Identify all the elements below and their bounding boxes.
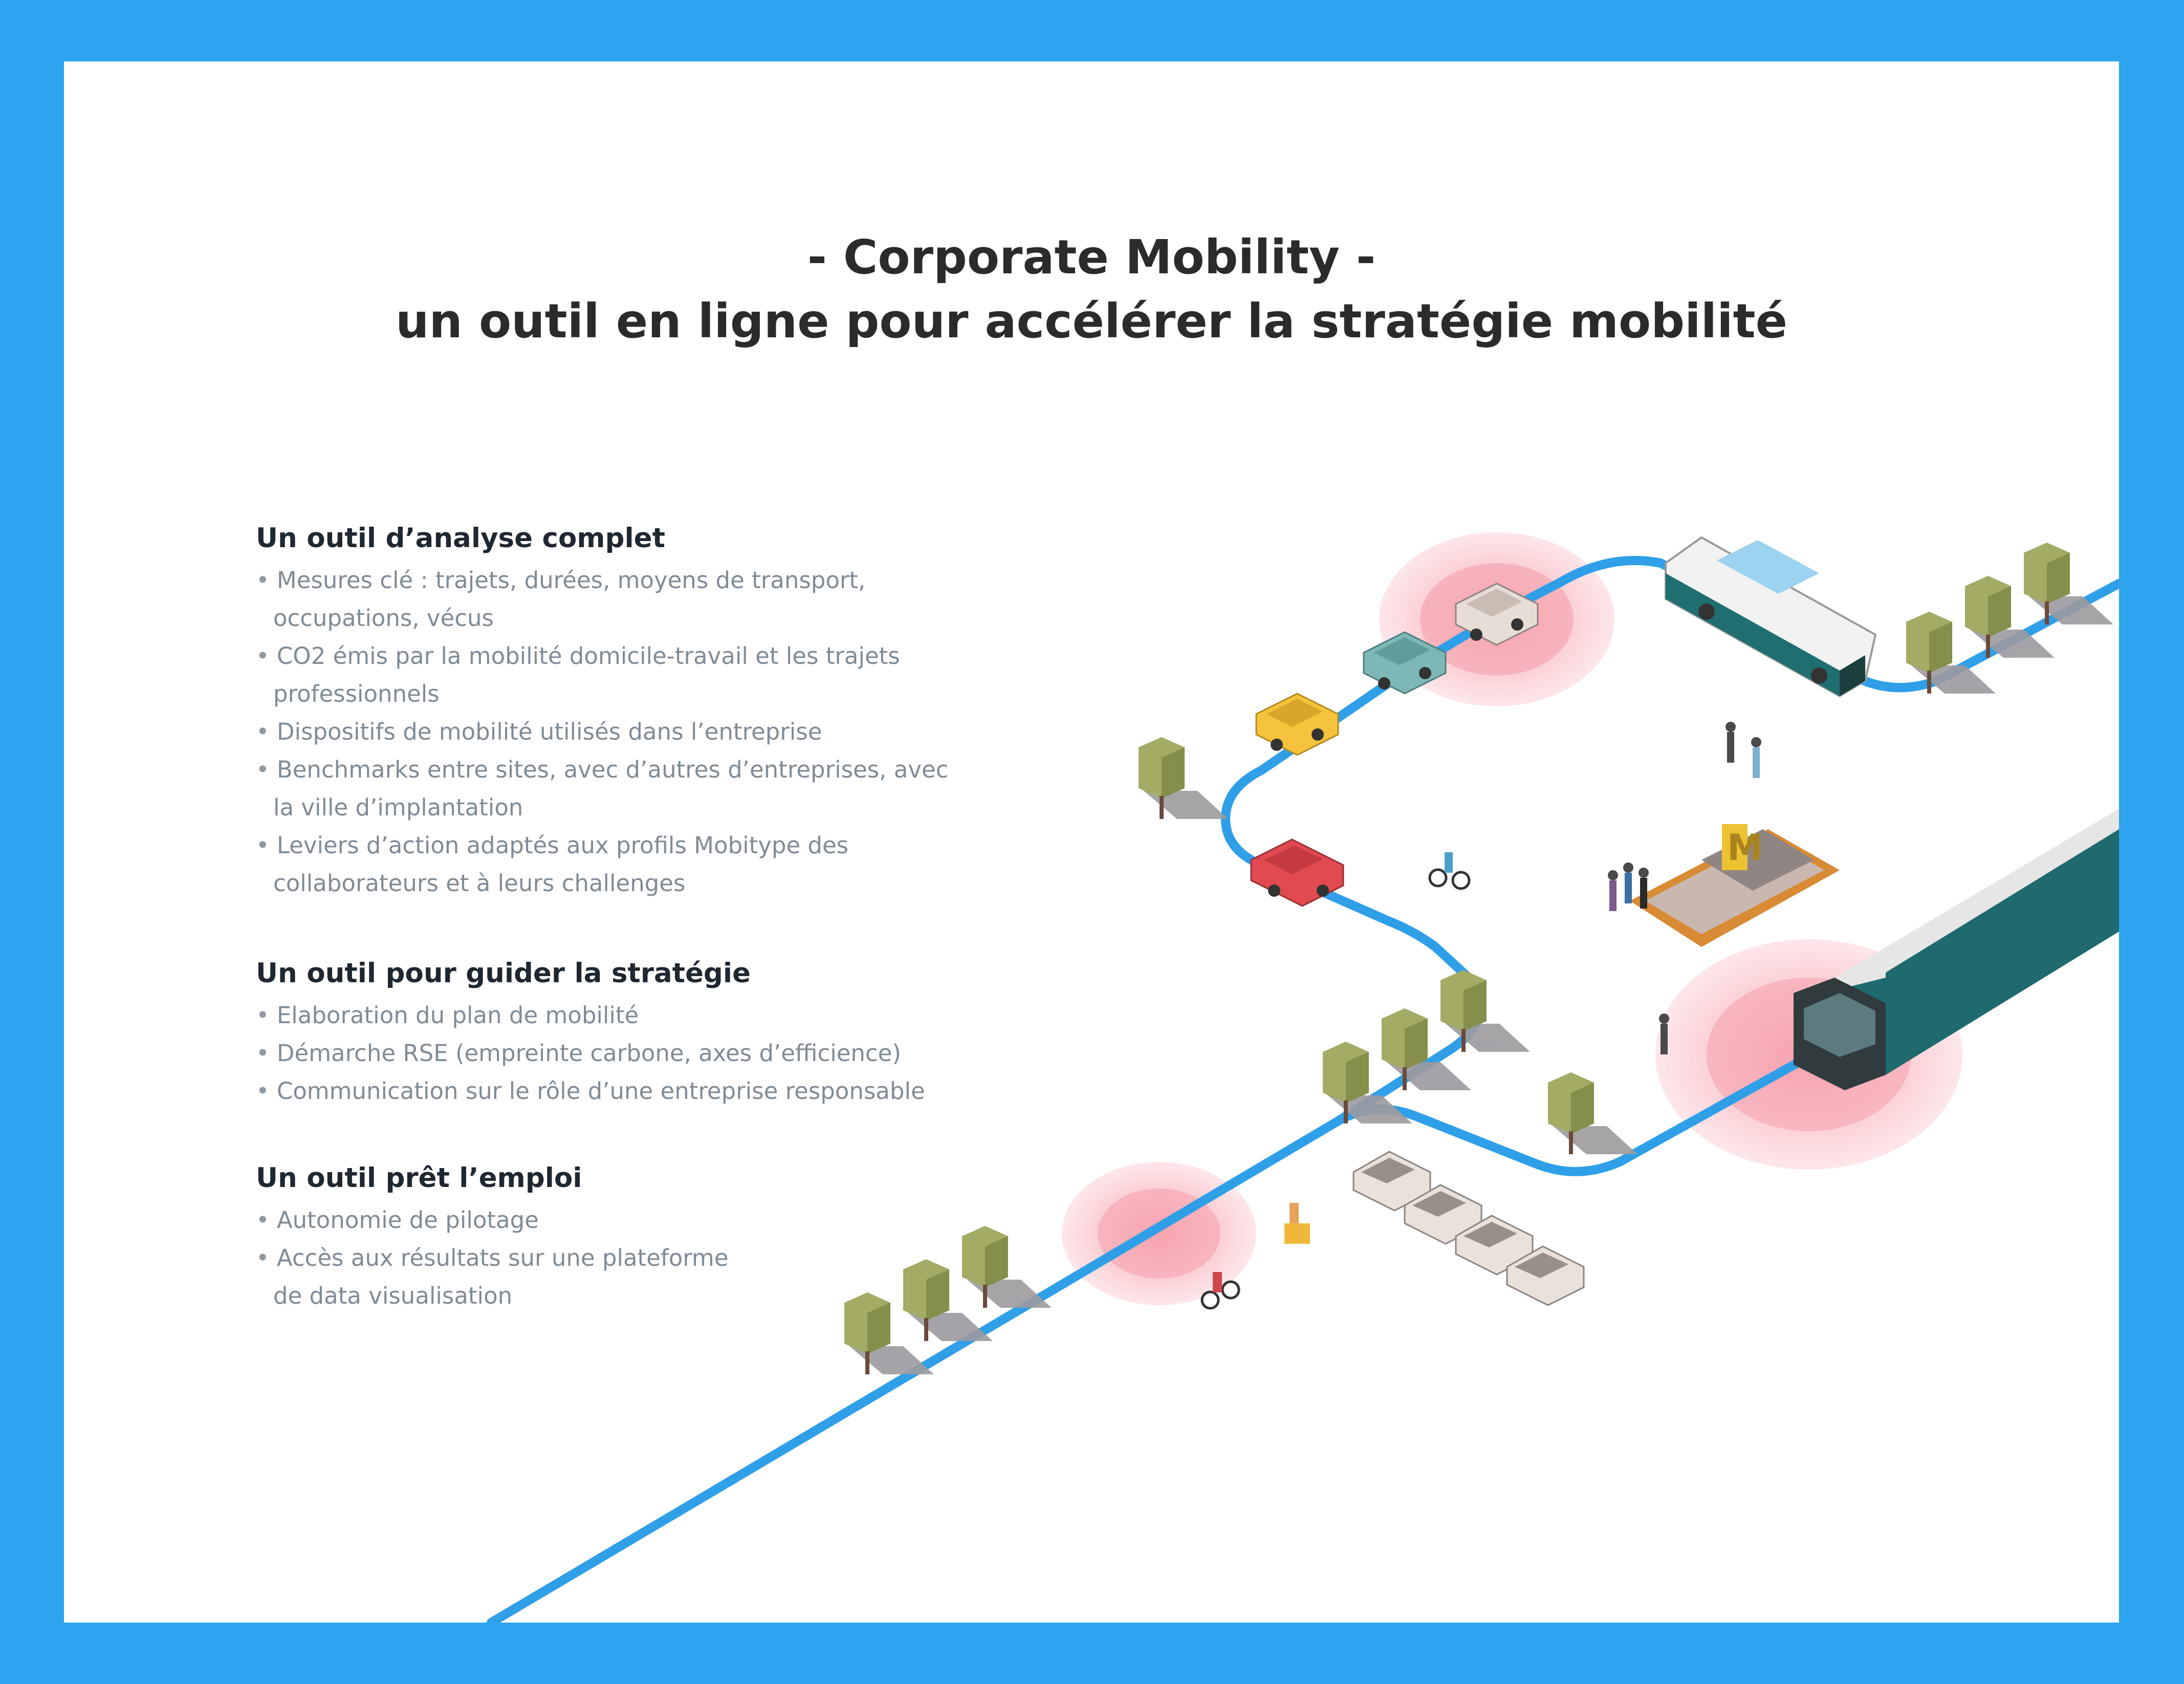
blue-frame: M - Corporate Mobility - un outil en lig… [0,0,2184,1684]
section-strategy: Un outil pour guider la stratégie • Elab… [256,955,1126,1110]
bullet-icon: • [256,1077,270,1105]
bullet-icon: • [256,1002,270,1029]
list-item: • Elaboration du plan de mobilité [256,1002,639,1029]
bus-icon [1665,536,1877,698]
list-item: • Mesures clé : trajets, durées, moyens … [256,567,866,632]
list-item: • Leviers d’action adaptés aux profils M… [256,832,849,897]
bullet-list: • Mesures clé : trajets, durées, moyens … [256,562,1126,902]
list-item: • Dispositifs de mobilité utilisés dans … [256,718,822,745]
parked-cars [1352,1151,1585,1306]
bullet-list: • Elaboration du plan de mobilité • Déma… [256,997,1126,1110]
bullet-icon: • [256,1244,270,1271]
list-item: • Autonomie de pilotage [256,1206,539,1234]
metro-entrance-icon: M [1630,824,1840,947]
bullet-icon: • [256,832,270,859]
bullet-icon: • [256,718,270,745]
bullet-list: • Autonomie de pilotage • Accès aux résu… [256,1201,1126,1315]
bullet-icon: • [256,1206,270,1234]
title-line-2: un outil en ligne pour accélérer la stra… [395,294,1788,349]
section-ready-to-use: Un outil prêt l’emploi • Autonomie de pi… [256,1159,1126,1315]
title-line-1: - Corporate Mobility - [807,230,1376,285]
svg-text:M: M [1727,827,1763,869]
bullet-icon: • [256,756,270,783]
list-item: • CO2 émis par la mobilité domicile-trav… [256,642,900,707]
bullet-icon: • [256,642,270,670]
list-item: • Benchmarks entre sites, avec d’autres … [256,756,949,821]
bullet-icon: • [256,567,270,594]
taxi-icon [1255,693,1339,756]
section-heading: Un outil prêt l’emploi [256,1162,582,1194]
content-card: M - Corporate Mobility - un outil en lig… [64,61,2119,1623]
section-heading: Un outil pour guider la stratégie [256,958,751,989]
section-heading: Un outil d’analyse complet [256,523,665,554]
page-title: - Corporate Mobility - un outil en ligne… [64,225,2119,353]
list-item: • Communication sur le rôle d’une entrep… [256,1077,925,1105]
section-analysis: Un outil d’analyse complet • Mesures clé… [256,520,1126,902]
list-item: • Démarche RSE (empreinte carbone, axes … [256,1040,901,1067]
bullet-icon: • [256,1040,270,1067]
list-item: • Accès aux résultats sur une plateforme… [256,1244,729,1309]
